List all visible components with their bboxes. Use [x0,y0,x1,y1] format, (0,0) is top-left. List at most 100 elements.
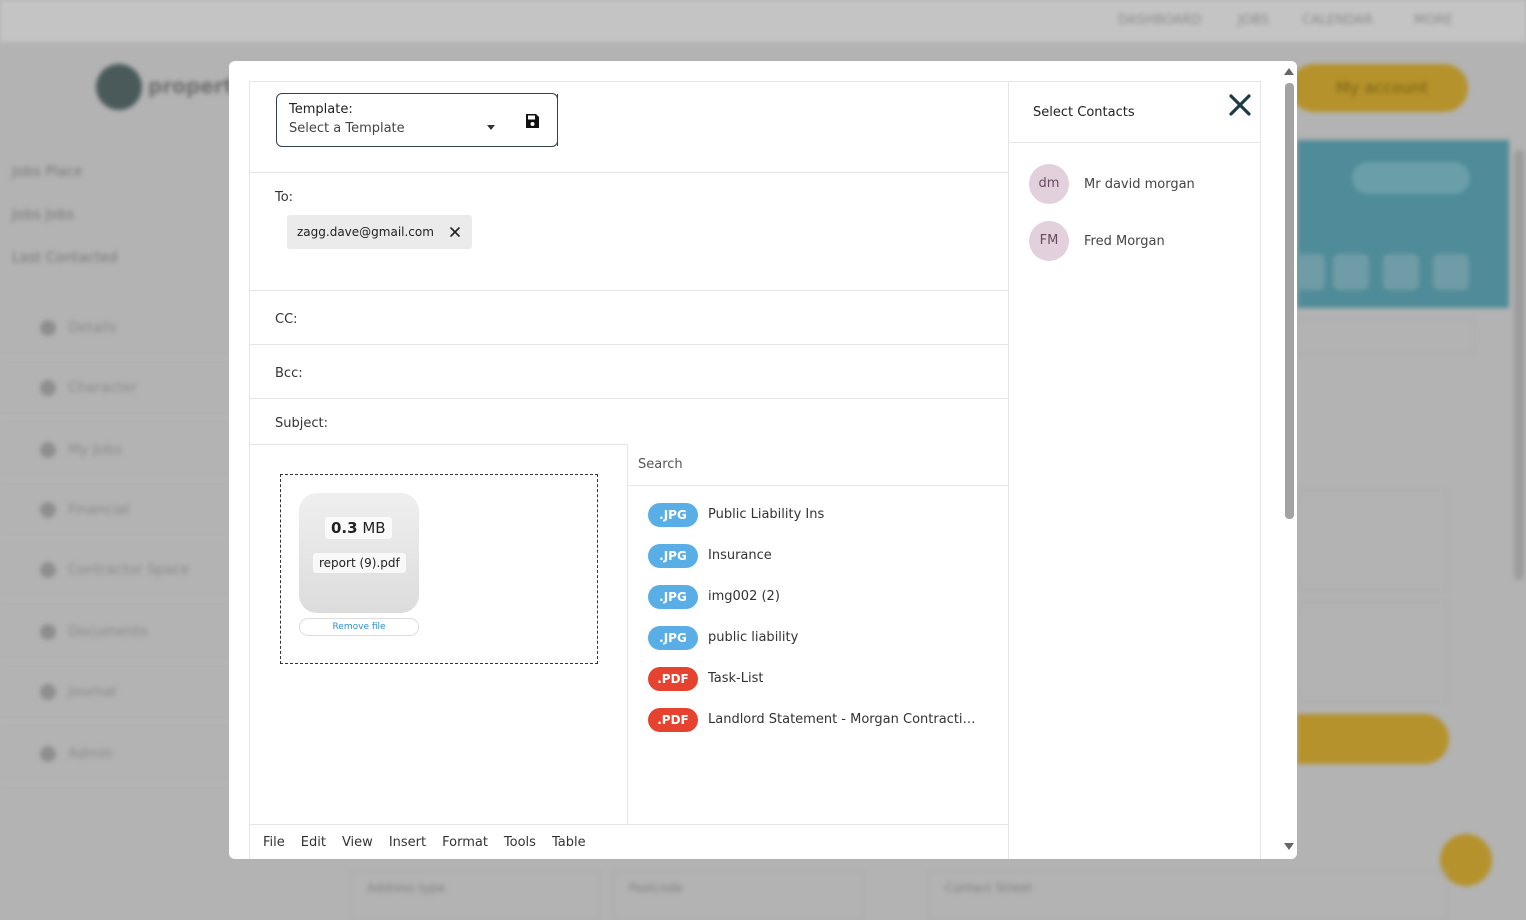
field-label: Contact Street [945,881,1032,895]
sidebar-item-label: Documents [68,624,148,640]
to-label: To: [275,190,294,205]
divider [557,94,558,146]
wrench-icon [40,442,56,458]
file-name: report (9).pdf [313,553,406,573]
folder-icon [40,624,56,640]
file-type-badge: .JPG [648,584,698,609]
scroll-down-icon[interactable] [1284,843,1294,850]
template-selector[interactable]: Template: Select a Template [276,93,558,147]
top-link-more[interactable]: MORE [1414,13,1453,28]
field-label: Postcode [629,881,684,895]
close-icon[interactable] [448,225,462,239]
address-type-field[interactable]: Address type [350,870,600,920]
divider [250,344,1008,345]
action-icon[interactable] [1433,254,1469,290]
menu-edit[interactable]: Edit [301,835,326,850]
sidebar-item-label: My Jobs [68,442,122,458]
logo-icon [96,64,142,110]
file-list-name: Insurance [708,548,772,563]
background-yellow-button[interactable] [1297,714,1449,764]
sidebar-item-financial[interactable]: Financial [0,480,229,540]
bcc-label[interactable]: Bcc: [275,366,303,381]
action-icon[interactable] [1383,254,1419,290]
contact-item[interactable]: dm Mr david morgan [1029,164,1195,204]
contacts-title: Select Contacts [1033,105,1135,120]
side-info-1: Jobs Place [12,164,83,180]
file-list-item[interactable]: .PDF Task-List [648,658,998,699]
recipient-chip[interactable]: zagg.dave@gmail.com [287,215,472,249]
my-account-button[interactable]: My account [1290,64,1468,112]
subject-label[interactable]: Subject: [275,416,328,431]
divider [250,172,1008,173]
sidebar-item-character[interactable]: Character [0,358,229,418]
top-link-calendar[interactable]: CALENDAR [1302,13,1373,28]
book-icon [40,684,56,700]
file-list-name: Public Liability Ins [708,507,825,522]
avatar: FM [1029,221,1069,261]
sidebar-item-admin[interactable]: Admin [0,724,229,784]
background-card [1297,490,1449,590]
attached-file-card: 0.3 MB report (9).pdf [299,493,419,613]
contact-street-field[interactable]: Contact Street [928,870,1448,920]
top-link-dashboard[interactable]: DASHBOARD [1118,13,1201,28]
file-list-item[interactable]: .PDF Landlord Statement - Morgan Contrac… [648,699,998,740]
scroll-up-icon[interactable] [1284,68,1294,75]
file-list-item[interactable]: .JPG img002 (2) [648,576,998,617]
contact-name: Mr david morgan [1084,176,1195,192]
email-compose-modal: Template: Select a Template To: zagg.dav… [229,61,1297,859]
file-list-item[interactable]: .JPG public liability [648,617,998,658]
file-list-item[interactable]: .JPG Public Liability Ins [648,494,998,535]
modal-scrollbar[interactable] [1284,61,1297,859]
file-type-badge: .JPG [648,502,698,527]
file-search-input[interactable] [628,444,1008,486]
menu-format[interactable]: Format [442,835,488,850]
close-modal-button[interactable] [1227,92,1253,118]
field-label: Address type [367,881,446,895]
contacts-panel: Select Contacts dm Mr david morgan FM Fr… [1009,81,1261,859]
file-size: 0.3 MB [325,517,392,539]
divider [250,398,1008,399]
menu-view[interactable]: View [342,835,373,850]
contact-item[interactable]: FM Fred Morgan [1029,221,1165,261]
compose-panel: Template: Select a Template To: zagg.dav… [249,81,1009,859]
file-list-name: public liability [708,630,799,645]
menu-file[interactable]: File [263,835,285,850]
action-icon[interactable] [1333,254,1369,290]
sidebar-item-documents[interactable]: Documents [0,602,229,662]
sidebar-item-label: Details [68,320,117,336]
attachment-area: 0.3 MB report (9).pdf Remove file [250,444,628,824]
files-panel: .JPG Public Liability Ins .JPG Insurance… [628,444,1008,824]
top-link-jobs[interactable]: JOBS [1238,13,1269,28]
background-select[interactable] [1297,318,1475,354]
file-size-value: 0.3 [331,519,358,537]
sidebar-item-journal[interactable]: Journal [0,662,229,722]
page-scrollbar[interactable] [1514,150,1524,580]
money-icon [40,502,56,518]
file-list-item[interactable]: .JPG Insurance [648,535,998,576]
top-bar: DASHBOARD JOBS CALENDAR MORE [0,0,1526,42]
sidebar-item-contractor-space[interactable]: Contractor Space [0,540,229,600]
file-dropzone[interactable]: 0.3 MB report (9).pdf Remove file [280,474,598,664]
file-list: .JPG Public Liability Ins .JPG Insurance… [648,494,998,740]
sidebar-item-label: Admin [68,746,113,762]
chevron-down-icon[interactable] [487,125,495,130]
save-template-button[interactable] [517,106,547,136]
sidebar-item-details[interactable]: Details [0,298,229,358]
avatar: dm [1029,164,1069,204]
file-type-badge: .JPG [648,543,698,568]
remove-file-button[interactable]: Remove file [299,618,419,636]
sidebar-item-label: Contractor Space [68,562,190,578]
sidebar-item-my-jobs[interactable]: My Jobs [0,420,229,480]
file-list-name: Landlord Statement - Morgan Contracting … [708,712,983,727]
menu-insert[interactable]: Insert [389,835,426,850]
sidebar-item-label: Financial [68,502,130,518]
menu-tools[interactable]: Tools [504,835,536,850]
scroll-thumb[interactable] [1285,83,1294,519]
contact-name: Fred Morgan [1084,233,1165,249]
cc-label[interactable]: CC: [275,312,298,327]
postcode-field[interactable]: Postcode [612,870,864,920]
availability-pill[interactable] [1352,162,1470,194]
side-info-2: Jobs Jobs [12,207,75,223]
template-value[interactable]: Select a Template [289,121,405,136]
menu-table[interactable]: Table [552,835,586,850]
